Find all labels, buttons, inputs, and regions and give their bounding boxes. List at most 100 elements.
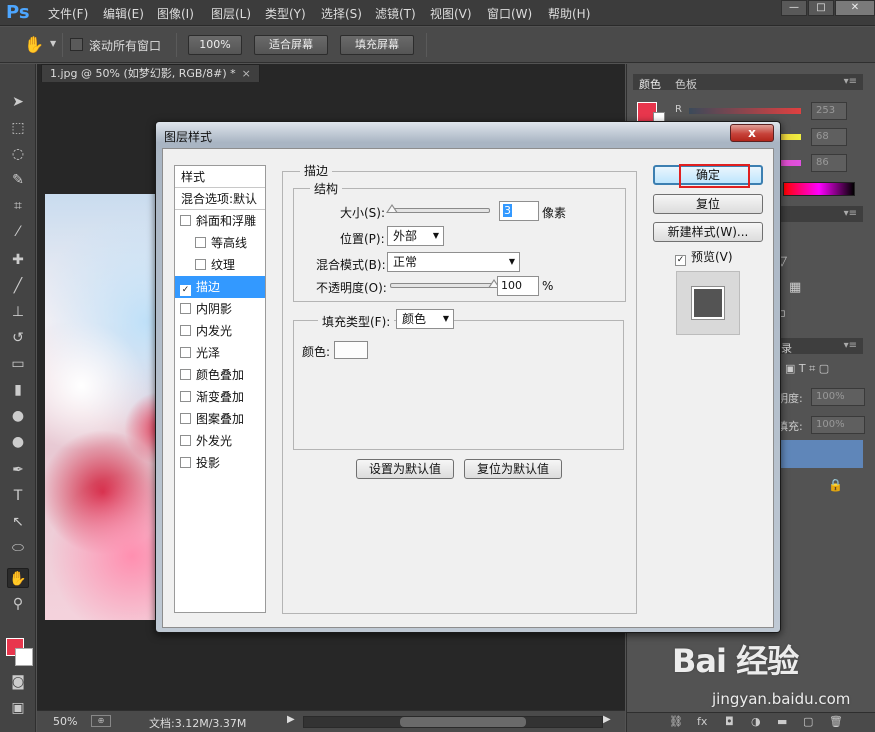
green-value[interactable]: 68 <box>811 128 847 146</box>
style-item-checkbox[interactable] <box>180 413 191 424</box>
quick-select-tool-icon[interactable]: ✎ <box>7 170 29 190</box>
lasso-tool-icon[interactable]: ◌ <box>7 144 29 164</box>
style-item-checkbox[interactable] <box>180 303 191 314</box>
style-item[interactable]: 图案叠加 <box>175 408 265 430</box>
style-item-checkbox[interactable] <box>180 369 191 380</box>
actual-pixels-button[interactable]: 100% <box>188 35 242 55</box>
style-item[interactable]: 外发光 <box>175 430 265 452</box>
tab-close-icon[interactable]: × <box>242 67 251 80</box>
type-tool-icon[interactable]: T <box>7 486 29 506</box>
eyedropper-tool-icon[interactable]: ⁄ <box>7 222 29 242</box>
menu-select[interactable]: 选择(S) <box>321 5 362 22</box>
screen-mode-icon[interactable]: ▣ <box>7 698 29 718</box>
maximize-icon[interactable]: □ <box>808 0 834 16</box>
menu-window[interactable]: 窗口(W) <box>487 5 532 22</box>
scrollbar-thumb[interactable] <box>400 717 526 727</box>
pen-tool-icon[interactable]: ✒ <box>7 460 29 480</box>
set-default-button[interactable]: 设置为默认值 <box>356 459 454 479</box>
dodge-tool-icon[interactable]: ● <box>7 432 29 452</box>
reset-default-button[interactable]: 复位为默认值 <box>464 459 562 479</box>
dialog-close-icon[interactable]: x <box>730 124 774 142</box>
move-tool-icon[interactable]: ➤ <box>7 92 29 112</box>
style-item-checkbox[interactable] <box>180 391 191 402</box>
selected-layer-row[interactable] <box>777 440 863 468</box>
fill-type-dropdown[interactable]: 颜色 ▼ <box>396 309 454 329</box>
ellipse-tool-icon[interactable]: ⬭ <box>7 538 29 558</box>
fx-icon[interactable]: fx <box>697 715 707 728</box>
style-item-checkbox[interactable] <box>180 347 191 358</box>
path-select-tool-icon[interactable]: ↖ <box>7 512 29 532</box>
style-item-checkbox[interactable] <box>180 325 191 336</box>
trash-icon[interactable]: 🗑 <box>829 715 843 728</box>
reset-button[interactable]: 复位 <box>653 194 763 214</box>
style-item[interactable]: 投影 <box>175 452 265 474</box>
brush-tool-icon[interactable]: ╱ <box>7 276 29 296</box>
opacity-slider[interactable] <box>390 283 494 288</box>
hand-tool-icon[interactable]: ✋ <box>24 35 44 54</box>
layer-filter-icons[interactable]: ▣ T ⌗ ▢ <box>785 362 829 376</box>
tab-color[interactable]: 颜色 <box>639 76 661 92</box>
style-item[interactable]: 颜色叠加 <box>175 364 265 386</box>
style-item-checkbox[interactable]: ✓ <box>180 285 191 296</box>
style-item[interactable]: 斜面和浮雕 <box>175 210 265 232</box>
panel-menu-icon[interactable]: ▾≡ <box>844 340 857 351</box>
layer-fill-field[interactable]: 100% <box>811 416 865 434</box>
size-input[interactable]: 3 <box>499 201 539 221</box>
menu-image[interactable]: 图像(I) <box>157 5 194 22</box>
window-close-icon[interactable]: ✕ <box>835 0 875 16</box>
style-item-checkbox[interactable] <box>180 457 191 468</box>
gradient-tool-icon[interactable]: ▮ <box>7 380 29 400</box>
healing-brush-tool-icon[interactable]: ✚ <box>7 250 29 270</box>
zoom-tool-icon[interactable]: ⚲ <box>7 594 29 614</box>
mask-icon[interactable]: ◘ <box>725 715 734 728</box>
fit-screen-button[interactable]: 适合屏幕 <box>254 35 328 55</box>
style-item-checkbox[interactable] <box>180 215 191 226</box>
marquee-tool-icon[interactable]: ⬚ <box>7 118 29 138</box>
panel-menu-icon[interactable]: ▾≡ <box>844 76 857 87</box>
style-item-checkbox[interactable] <box>180 435 191 446</box>
blue-value[interactable]: 86 <box>811 154 847 172</box>
style-item-checkbox[interactable] <box>195 259 206 270</box>
grid-icon[interactable]: ▦ <box>789 280 801 295</box>
blending-options-item[interactable]: 混合选项:默认 <box>175 188 265 210</box>
link-layers-icon[interactable]: ⛓ <box>669 715 683 728</box>
quick-mask-icon[interactable]: ◙ <box>7 672 29 692</box>
folder-icon[interactable]: ▬ <box>777 715 787 728</box>
style-item[interactable]: 内阴影 <box>175 298 265 320</box>
style-item[interactable]: 光泽 <box>175 342 265 364</box>
new-style-button[interactable]: 新建样式(W)... <box>653 222 763 242</box>
menu-view[interactable]: 视图(V) <box>430 5 472 22</box>
scroll-all-checkbox[interactable] <box>70 38 83 51</box>
history-brush-tool-icon[interactable]: ↺ <box>7 328 29 348</box>
panel-menu-icon[interactable]: ▾≡ <box>844 208 857 219</box>
menu-filter[interactable]: 滤镜(T) <box>375 5 416 22</box>
new-layer-icon[interactable]: ▢ <box>803 715 813 728</box>
preview-checkbox[interactable]: ✓ <box>675 255 686 266</box>
tab-swatches[interactable]: 色板 <box>675 76 697 92</box>
doc-info-icon[interactable]: ⊕ <box>91 715 111 727</box>
fill-screen-button[interactable]: 填充屏幕 <box>340 35 414 55</box>
blend-mode-dropdown[interactable]: 正常 ▼ <box>387 252 520 272</box>
style-item[interactable]: 渐变叠加 <box>175 386 265 408</box>
menu-type[interactable]: 类型(Y) <box>265 5 306 22</box>
adjustment-layer-icon[interactable]: ◑ <box>751 715 761 728</box>
document-tab[interactable]: 1.jpg @ 50% (如梦幻影, RGB/8#) * × <box>41 64 260 82</box>
tab-history-fragment[interactable]: 录 <box>781 340 792 356</box>
background-color-swatch[interactable] <box>15 648 33 666</box>
style-item-checkbox[interactable] <box>195 237 206 248</box>
position-dropdown[interactable]: 外部 ▼ <box>387 226 444 246</box>
eraser-tool-icon[interactable]: ▭ <box>7 354 29 374</box>
stroke-color-swatch[interactable] <box>334 341 368 359</box>
menu-layer[interactable]: 图层(L) <box>211 5 251 22</box>
stamp-tool-icon[interactable]: ⊥ <box>7 302 29 322</box>
chevron-down-icon[interactable]: ▼ <box>50 39 56 48</box>
horizontal-scrollbar[interactable] <box>303 716 603 728</box>
style-item[interactable]: 等高线 <box>175 232 265 254</box>
layer-opacity-field[interactable]: 100% <box>811 388 865 406</box>
styles-header[interactable]: 样式 <box>175 166 265 188</box>
hand-tool-icon[interactable]: ✋ <box>7 568 29 588</box>
color-spectrum[interactable] <box>783 182 855 196</box>
opacity-input[interactable]: 100 <box>497 276 539 296</box>
preview-checkbox-row[interactable]: ✓ 预览(V) <box>675 248 733 266</box>
style-item[interactable]: ✓ 描边 <box>175 276 265 298</box>
